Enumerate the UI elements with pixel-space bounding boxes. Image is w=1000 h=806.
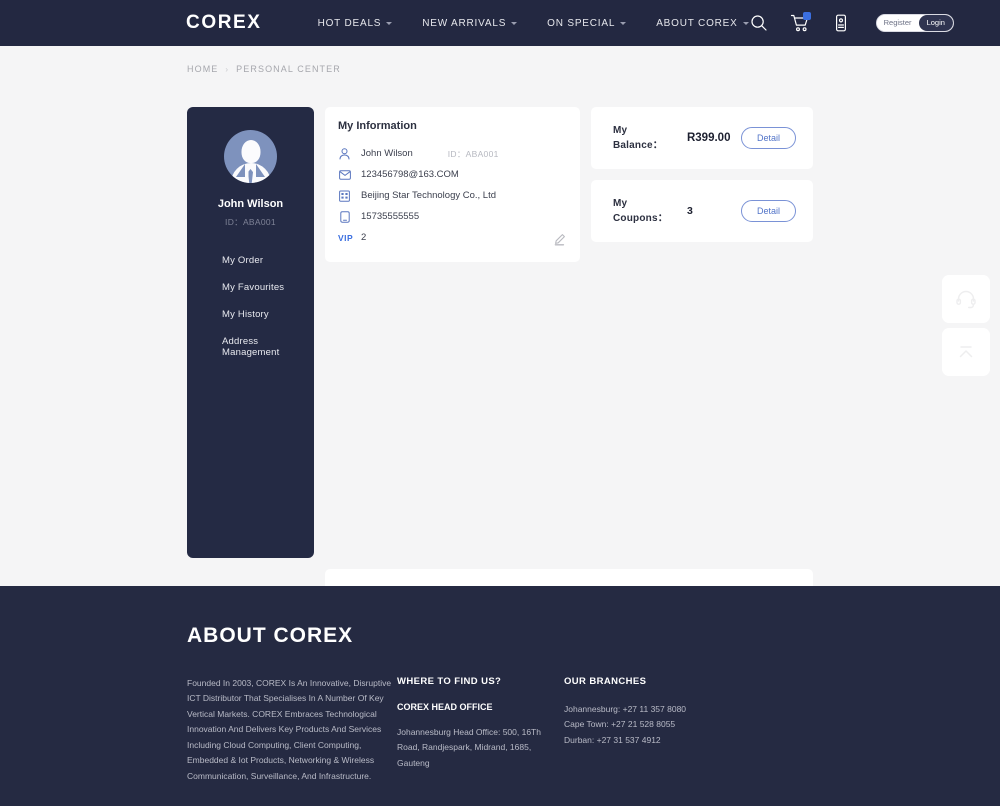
- my-information-card: My Information John Wilson ID：ABA001 123…: [325, 107, 580, 262]
- page-root: COREX HOT DEALS NEW ARRIVALS ON SPECIAL …: [0, 0, 1000, 806]
- info-row-company: Beijing Star Technology Co., Ltd: [338, 185, 565, 206]
- footer-branches-heading: OUR BRANCHES: [564, 676, 647, 687]
- nav-item-about-corex[interactable]: ABOUT COREX: [656, 17, 749, 29]
- register-button[interactable]: Register: [876, 15, 919, 31]
- footer-about-column: Founded In 2003, COREX Is An Innovative,…: [187, 676, 397, 784]
- chevron-down-icon: [620, 22, 627, 25]
- breadcrumb: HOME › PERSONAL CENTER: [0, 46, 1000, 74]
- my-balance-card: My Balance： R399.00 Detail: [591, 107, 813, 169]
- my-balance-label: My Balance：: [613, 125, 663, 151]
- sidebar-item-my-history[interactable]: My History: [187, 301, 314, 328]
- info-row-name: John Wilson ID：ABA001: [338, 143, 565, 164]
- nav-label: ON SPECIAL: [547, 17, 616, 29]
- sidebar-menu: My Order My Favourites My History Addres…: [187, 247, 314, 366]
- footer-columns: Founded In 2003, COREX Is An Innovative,…: [187, 676, 1000, 784]
- auth-toggle[interactable]: Register Login: [875, 14, 954, 32]
- breadcrumb-home[interactable]: HOME: [187, 64, 218, 74]
- cart-badge: [802, 12, 811, 20]
- my-balance-detail-button[interactable]: Detail: [740, 127, 796, 149]
- headset-support-icon[interactable]: [942, 275, 990, 323]
- person-icon: [338, 147, 351, 160]
- nav-label: HOT DEALS: [317, 17, 382, 29]
- info-name-value: John Wilson: [361, 148, 413, 159]
- stats-gap: [591, 169, 813, 180]
- stats-column: My Balance： R399.00 Detail My Coupons： 3…: [591, 107, 813, 558]
- footer-about-text: Founded In 2003, COREX Is An Innovative,…: [187, 678, 392, 781]
- logo[interactable]: COREX: [186, 12, 262, 34]
- footer-office-name: COREX HEAD OFFICE: [397, 702, 493, 712]
- footer-office-address: Johannesburg Head Office: 500, 16Th Road…: [397, 727, 541, 768]
- footer-branch-cape-town: Cape Town: +27 21 528 8055: [564, 719, 676, 730]
- footer-branch-johannesburg: Johannesburg: +27 11 357 8080: [564, 704, 687, 714]
- avatar-head: [241, 140, 260, 163]
- footer-find-us-heading: WHERE TO FIND US?: [397, 676, 502, 687]
- breadcrumb-separator: ›: [225, 64, 230, 74]
- footer-find-us-column: WHERE TO FIND US? COREX HEAD OFFICE Joha…: [397, 676, 564, 784]
- site-header: COREX HOT DEALS NEW ARRIVALS ON SPECIAL …: [0, 0, 1000, 46]
- info-company-value: Beijing Star Technology Co., Ltd: [361, 190, 497, 201]
- footer-branches-column: OUR BRANCHES Johannesburg: +27 11 357 80…: [564, 676, 794, 784]
- info-phone-value: 15735555555: [361, 211, 420, 222]
- chevron-down-icon: [386, 22, 393, 25]
- avatar-wrapper: [187, 130, 314, 183]
- avatar: [224, 130, 277, 183]
- breadcrumb-current: PERSONAL CENTER: [236, 64, 341, 74]
- sidebar-user-id: ID：ABA001: [225, 217, 276, 227]
- sidebar-user-name: John Wilson: [217, 198, 284, 210]
- nav-item-new-arrivals[interactable]: NEW ARRIVALS: [422, 17, 518, 29]
- my-coupons-label: My Coupons：: [613, 198, 668, 224]
- my-coupons-value: 3: [686, 205, 693, 217]
- top-row: John Wilson ID：ABA001 My Order My Favour…: [187, 107, 813, 558]
- my-information-column: My Information John Wilson ID：ABA001 123…: [325, 107, 580, 558]
- mobile-app-icon[interactable]: [831, 13, 851, 33]
- scroll-to-top-icon[interactable]: [942, 328, 990, 376]
- cart-icon[interactable]: [790, 12, 811, 33]
- site-footer: ABOUT COREX Founded In 2003, COREX Is An…: [0, 586, 1000, 806]
- info-row-phone: 15735555555: [338, 206, 565, 227]
- floating-action-buttons: [942, 275, 990, 381]
- my-coupons-card: My Coupons： 3 Detail: [591, 180, 813, 242]
- info-row-email: 123456798@163.COM: [338, 164, 565, 185]
- sidebar-item-my-order[interactable]: My Order: [187, 247, 314, 274]
- info-id-value: ID：ABA001: [447, 148, 499, 159]
- info-email-value: 123456798@163.COM: [361, 169, 459, 180]
- main-nav: HOT DEALS NEW ARRIVALS ON SPECIAL ABOUT …: [318, 18, 749, 29]
- info-vip-value: 2: [361, 232, 367, 243]
- account-sidebar: John Wilson ID：ABA001 My Order My Favour…: [187, 107, 314, 558]
- footer-title: ABOUT COREX: [187, 624, 354, 647]
- nav-item-on-special[interactable]: ON SPECIAL: [547, 17, 627, 29]
- footer-branch-durban: Durban: +27 31 537 4912: [564, 734, 661, 745]
- my-balance-value: R399.00: [686, 132, 731, 144]
- my-coupons-detail-button[interactable]: Detail: [740, 200, 796, 222]
- login-button[interactable]: Login: [918, 15, 953, 31]
- my-information-title: My Information: [338, 120, 417, 132]
- nav-label: NEW ARRIVALS: [422, 17, 507, 29]
- phone-icon: [338, 210, 351, 223]
- sidebar-item-my-favourites[interactable]: My Favourites: [187, 274, 314, 301]
- nav-label: ABOUT COREX: [656, 17, 738, 29]
- header-actions: Register Login: [749, 12, 954, 33]
- nav-item-hot-deals[interactable]: HOT DEALS: [318, 18, 393, 29]
- sidebar-item-address-management[interactable]: Address Management: [187, 328, 314, 366]
- building-icon: [338, 190, 351, 202]
- info-row-vip: VIP 2: [338, 227, 565, 248]
- envelope-icon: [338, 169, 351, 180]
- search-icon[interactable]: [749, 13, 769, 33]
- vip-text-icon: VIP: [338, 232, 354, 243]
- chevron-down-icon: [511, 22, 518, 25]
- pencil-icon[interactable]: [553, 233, 566, 246]
